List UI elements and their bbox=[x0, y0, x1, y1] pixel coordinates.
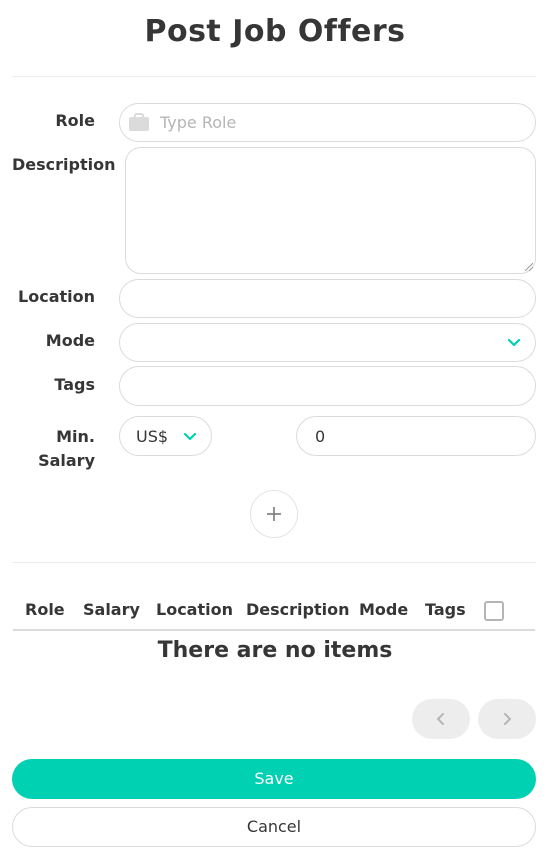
currency-select[interactable]: US$ bbox=[119, 416, 212, 456]
section-divider bbox=[12, 562, 536, 563]
column-header-salary[interactable]: Salary bbox=[83, 600, 140, 619]
location-label: Location bbox=[18, 287, 95, 306]
chevron-left-icon bbox=[437, 713, 444, 725]
mode-select[interactable] bbox=[119, 323, 536, 362]
previous-page-button[interactable] bbox=[412, 699, 470, 739]
tags-input[interactable] bbox=[119, 366, 536, 406]
column-header-mode[interactable]: Mode bbox=[359, 600, 408, 619]
chevron-right-icon bbox=[504, 713, 511, 725]
tags-label: Tags bbox=[54, 375, 95, 394]
resize-handle-icon[interactable] bbox=[525, 263, 533, 271]
location-input[interactable] bbox=[119, 279, 536, 318]
add-offer-button[interactable] bbox=[250, 490, 298, 538]
salary-amount-input[interactable]: 0 bbox=[296, 416, 536, 456]
role-label: Role bbox=[55, 111, 95, 130]
role-placeholder: Type Role bbox=[160, 113, 237, 132]
table-header-divider bbox=[13, 629, 535, 631]
column-header-description[interactable]: Description bbox=[246, 600, 349, 619]
description-label: Description bbox=[12, 155, 116, 174]
save-button[interactable]: Save bbox=[12, 759, 536, 799]
header-divider bbox=[12, 76, 536, 77]
role-input[interactable]: Type Role bbox=[119, 103, 536, 142]
min-salary-label-line2: Salary bbox=[38, 451, 95, 470]
currency-value: US$ bbox=[136, 427, 169, 446]
min-salary-label: Min. Salary bbox=[12, 425, 95, 473]
cancel-button[interactable]: Cancel bbox=[12, 807, 536, 847]
chevron-down-icon bbox=[507, 338, 521, 347]
column-header-location[interactable]: Location bbox=[156, 600, 233, 619]
column-header-role[interactable]: Role bbox=[25, 600, 65, 619]
page-title: Post Job Offers bbox=[144, 14, 406, 49]
chevron-down-icon bbox=[183, 432, 197, 441]
min-salary-label-line1: Min. bbox=[56, 427, 95, 446]
plus-icon bbox=[267, 507, 281, 521]
next-page-button[interactable] bbox=[478, 699, 536, 739]
select-all-checkbox[interactable] bbox=[484, 601, 504, 621]
mode-label: Mode bbox=[45, 331, 95, 350]
briefcase-icon bbox=[129, 113, 149, 131]
empty-table-message: There are no items bbox=[157, 638, 393, 663]
column-header-tags[interactable]: Tags bbox=[425, 600, 466, 619]
salary-amount-value: 0 bbox=[315, 427, 326, 446]
description-textarea[interactable] bbox=[125, 147, 536, 274]
